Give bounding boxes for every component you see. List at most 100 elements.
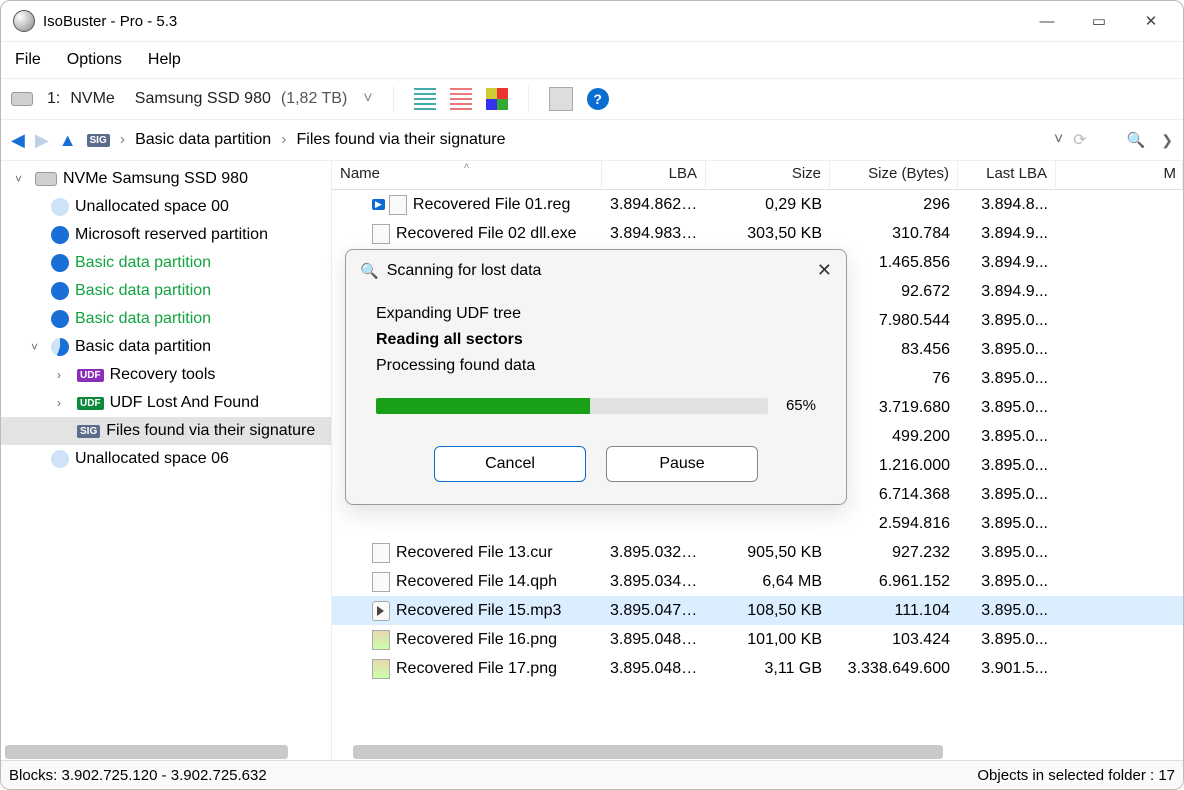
device-model: Samsung SSD 980 [135, 90, 271, 108]
device-selector[interactable]: 1: NVMe Samsung SSD 980 (1,82 TB) ˅ [47, 90, 373, 108]
menu-options[interactable]: Options [67, 51, 122, 69]
cell-lba: 3.895.048.... [602, 631, 706, 649]
breadcrumb-seg-2[interactable]: Files found via their signature [296, 131, 505, 149]
tree-item[interactable]: Basic data partition [1, 249, 331, 277]
list-hscrollbar[interactable] [336, 745, 1179, 761]
table-row[interactable]: Recovered File 02 dll.exe 3.894.983.... … [332, 219, 1183, 248]
col-lba[interactable]: LBA [602, 161, 706, 189]
help-icon[interactable]: ? [587, 88, 609, 110]
refresh-icon[interactable]: ⟳ [1073, 130, 1086, 150]
dialog-title: Scanning for lost data [387, 262, 542, 280]
view-list-icon[interactable] [414, 88, 436, 110]
table-row[interactable]: Recovered File 15.mp3 3.895.047.... 108,… [332, 596, 1183, 625]
pie-icon [51, 338, 69, 356]
cell-lba: 3.894.983.... [602, 225, 706, 243]
disk-icon [35, 172, 57, 186]
tree-item-label: Basic data partition [75, 254, 211, 272]
cell-bytes: 927.232 [830, 544, 958, 562]
file-name: Recovered File 17.png [396, 660, 557, 678]
col-m[interactable]: M [1056, 161, 1183, 189]
dialog-close-button[interactable]: ✕ [817, 260, 832, 281]
chevron-down-icon: ˅ [363, 90, 372, 108]
cell-last-lba: 3.895.0... [958, 515, 1056, 533]
cell-bytes: 103.424 [830, 631, 958, 649]
cell-bytes: 92.672 [830, 283, 958, 301]
chevron-down-icon[interactable]: ˅ [1054, 131, 1063, 149]
cell-bytes: 296 [830, 196, 958, 214]
tree-item[interactable]: ˅Basic data partition [1, 333, 331, 361]
table-row[interactable]: Recovered File 14.qph 3.895.034.... 6,64… [332, 567, 1183, 596]
tree-subitem[interactable]: › UDF Recovery tools [1, 361, 331, 389]
cell-last-lba: 3.895.0... [958, 486, 1056, 504]
scan-dialog: 🔍 Scanning for lost data ✕ Expanding UDF… [345, 249, 847, 505]
file-icon [372, 543, 390, 563]
table-row[interactable]: Recovered File 13.cur 3.895.032.... 905,… [332, 538, 1183, 567]
cell-size: 303,50 KB [706, 225, 830, 243]
table-row[interactable]: Recovered File 16.png 3.895.048.... 101,… [332, 625, 1183, 654]
tree-item[interactable]: Basic data partition [1, 277, 331, 305]
cell-bytes: 76 [830, 370, 958, 388]
toolbar: 1: NVMe Samsung SSD 980 (1,82 TB) ˅ ? [1, 79, 1183, 120]
view-icons-icon[interactable] [486, 88, 508, 110]
menu-bar: File Options Help [1, 42, 1183, 79]
close-button[interactable]: ✕ [1125, 3, 1177, 39]
search-icon[interactable]: 🔍 [1127, 131, 1146, 149]
device-tree[interactable]: ˅ NVMe Samsung SSD 980 Unallocated space… [1, 161, 332, 765]
file-name: Recovered File 01.reg [413, 196, 570, 214]
tree-item[interactable]: Unallocated space 00 [1, 193, 331, 221]
expand-icon[interactable]: › [57, 396, 71, 410]
col-size[interactable]: Size [706, 161, 830, 189]
cell-bytes: 7.980.544 [830, 312, 958, 330]
cell-size: 905,50 KB [706, 544, 830, 562]
col-size-bytes[interactable]: Size (Bytes) [830, 161, 958, 189]
breadcrumb-seg-1[interactable]: Basic data partition [135, 131, 271, 149]
column-headers[interactable]: ˄Name LBA Size Size (Bytes) Last LBA M [332, 161, 1183, 190]
tree-subitem[interactable]: ›UDFUDF Lost And Found [1, 389, 331, 417]
tree-subitem-label: Recovery tools [110, 366, 216, 384]
menu-help[interactable]: Help [148, 51, 181, 69]
tree-item[interactable]: Unallocated space 06 [1, 445, 331, 473]
tree-root[interactable]: ˅ NVMe Samsung SSD 980 [1, 165, 331, 193]
nav-back-icon[interactable]: ◀ [11, 130, 25, 151]
tree-item[interactable]: Basic data partition [1, 305, 331, 333]
save-icon[interactable] [549, 87, 573, 111]
tree-hscrollbar[interactable] [5, 745, 327, 761]
collapse-icon[interactable]: ˅ [31, 340, 45, 354]
dialog-step-2: Reading all sectors [376, 331, 816, 349]
separator [528, 86, 529, 112]
file-name: Recovered File 13.cur [396, 544, 553, 562]
file-icon [389, 195, 407, 215]
cell-last-lba: 3.894.9... [958, 283, 1056, 301]
cell-bytes: 310.784 [830, 225, 958, 243]
expand-icon[interactable]: › [57, 368, 71, 382]
cancel-button[interactable]: Cancel [434, 446, 586, 482]
menu-file[interactable]: File [15, 51, 41, 69]
tree-subitem[interactable]: SIGFiles found via their signature [1, 417, 331, 445]
table-row[interactable]: Recovered File 17.png 3.895.048.... 3,11… [332, 654, 1183, 683]
cell-size: 108,50 KB [706, 602, 830, 620]
table-row[interactable]: 2.594.816 3.895.0... [332, 509, 1183, 538]
view-details-icon[interactable] [450, 88, 472, 110]
cell-lba: 3.894.862.... [602, 196, 706, 214]
cell-last-lba: 3.895.0... [958, 602, 1056, 620]
device-size: (1,82 TB) [281, 90, 347, 108]
pause-button[interactable]: Pause [606, 446, 758, 482]
pie-icon [51, 226, 69, 244]
tree-item[interactable]: Microsoft reserved partition [1, 221, 331, 249]
nav-up-icon[interactable]: ▲ [59, 130, 77, 151]
col-last-lba[interactable]: Last LBA [958, 161, 1056, 189]
maximize-button[interactable]: ▭ [1073, 3, 1125, 39]
cell-last-lba: 3.894.8... [958, 196, 1056, 214]
disk-icon [11, 92, 33, 106]
cell-bytes: 3.719.680 [830, 399, 958, 417]
minimize-button[interactable]: ― [1021, 3, 1073, 39]
chevron-right-icon[interactable]: ❯ [1161, 132, 1173, 149]
breadcrumb[interactable]: › Basic data partition › Files found via… [120, 130, 1087, 150]
title-bar: IsoBuster - Pro - 5.3 ― ▭ ✕ [1, 1, 1183, 42]
table-row[interactable]: ▶Recovered File 01.reg 3.894.862.... 0,2… [332, 190, 1183, 219]
udf-badge-icon: UDF [77, 369, 104, 382]
collapse-icon[interactable]: ˅ [15, 172, 29, 186]
cell-last-lba: 3.895.0... [958, 399, 1056, 417]
col-name[interactable]: ˄Name [332, 161, 602, 189]
pie-icon [51, 254, 69, 272]
